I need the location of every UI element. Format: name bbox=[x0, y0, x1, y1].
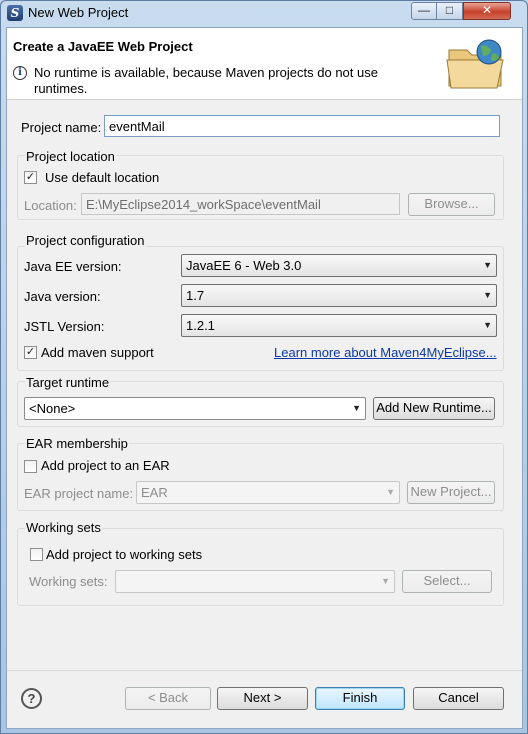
check-mark-icon: ✓ bbox=[25, 171, 36, 183]
java-version-select[interactable]: 1.7 ▼ bbox=[181, 284, 497, 307]
back-button[interactable]: < Back bbox=[125, 687, 211, 710]
java-version-label: Java version: bbox=[24, 289, 101, 304]
minimize-button[interactable]: — bbox=[411, 2, 437, 20]
browse-button[interactable]: Browse... bbox=[408, 193, 495, 216]
dropdown-arrow-icon: ▼ bbox=[483, 290, 492, 300]
add-to-ear-label: Add project to an EAR bbox=[41, 458, 170, 473]
jstl-version-value: 1.2.1 bbox=[186, 318, 215, 333]
info-icon: i bbox=[13, 66, 27, 80]
add-maven-support-label: Add maven support bbox=[41, 345, 154, 360]
location-label: Location: bbox=[24, 198, 77, 213]
javaee-version-select[interactable]: JavaEE 6 - Web 3.0 ▼ bbox=[181, 254, 497, 277]
working-sets-group bbox=[17, 528, 504, 606]
add-to-ear-checkbox[interactable] bbox=[24, 460, 37, 473]
working-sets-label: Working sets: bbox=[29, 574, 108, 589]
add-new-runtime-button[interactable]: Add New Runtime... bbox=[373, 397, 495, 420]
project-location-title: Project location bbox=[25, 149, 116, 164]
dropdown-arrow-icon: ▼ bbox=[381, 576, 390, 586]
location-input[interactable]: E:\MyEclipse2014_workSpace\eventMail bbox=[81, 193, 400, 215]
add-to-working-sets-label: Add project to working sets bbox=[46, 547, 203, 562]
dropdown-arrow-icon: ▼ bbox=[352, 403, 361, 413]
use-default-location-checkbox[interactable]: ✓ bbox=[24, 171, 37, 184]
ear-project-name-select[interactable]: EAR ▼ bbox=[136, 481, 400, 504]
dropdown-arrow-icon: ▼ bbox=[386, 487, 395, 497]
add-to-working-sets-checkbox[interactable] bbox=[30, 548, 43, 561]
new-ear-project-button[interactable]: New Project... bbox=[407, 481, 495, 504]
project-name-label: Project name: bbox=[21, 120, 102, 135]
wizard-message: No runtime is available, because Maven p… bbox=[34, 65, 378, 96]
dropdown-arrow-icon: ▼ bbox=[483, 320, 492, 330]
finish-button[interactable]: Finish bbox=[315, 687, 405, 710]
web-project-folder-icon bbox=[446, 39, 504, 89]
help-icon[interactable]: ? bbox=[21, 688, 42, 709]
check-mark-icon: ✓ bbox=[25, 346, 36, 358]
javaee-version-label: Java EE version: bbox=[24, 259, 122, 274]
target-runtime-select[interactable]: <None> ▼ bbox=[24, 397, 366, 420]
dropdown-arrow-icon: ▼ bbox=[483, 260, 492, 270]
select-working-sets-button[interactable]: Select... bbox=[402, 570, 492, 593]
myeclipse-app-icon: S bbox=[7, 5, 23, 21]
ear-membership-title: EAR membership bbox=[25, 436, 129, 451]
cancel-button[interactable]: Cancel bbox=[413, 687, 504, 710]
wizard-header: Create a JavaEE Web Project i No runtime… bbox=[7, 28, 522, 100]
learn-more-maven-link[interactable]: Learn more about Maven4MyEclipse... bbox=[274, 345, 497, 360]
ear-project-name-value: EAR bbox=[141, 485, 168, 500]
dialog-client-area: Create a JavaEE Web Project i No runtime… bbox=[6, 27, 523, 729]
working-sets-title: Working sets bbox=[25, 520, 102, 535]
javaee-version-value: JavaEE 6 - Web 3.0 bbox=[186, 258, 302, 273]
java-version-value: 1.7 bbox=[186, 288, 205, 303]
use-default-location-label: Use default location bbox=[45, 170, 160, 185]
working-sets-select[interactable]: ▼ bbox=[115, 570, 395, 593]
window-title: New Web Project bbox=[28, 5, 129, 20]
footer-divider bbox=[7, 670, 522, 671]
maximize-button[interactable]: □ bbox=[437, 2, 463, 20]
project-configuration-title: Project configuration bbox=[25, 233, 146, 248]
new-web-project-window: S New Web Project — □ ✕ Create a JavaEE … bbox=[0, 0, 528, 734]
wizard-title: Create a JavaEE Web Project bbox=[13, 39, 193, 54]
ear-project-name-label: EAR project name: bbox=[24, 486, 134, 501]
title-bar[interactable]: S New Web Project — □ ✕ bbox=[1, 1, 527, 27]
next-button[interactable]: Next > bbox=[217, 687, 308, 710]
add-maven-support-checkbox[interactable]: ✓ bbox=[24, 346, 37, 359]
close-button[interactable]: ✕ bbox=[463, 2, 511, 20]
jstl-version-select[interactable]: 1.2.1 ▼ bbox=[181, 314, 497, 337]
target-runtime-value: <None> bbox=[29, 401, 76, 416]
jstl-version-label: JSTL Version: bbox=[24, 319, 105, 334]
project-name-input[interactable]: eventMail bbox=[104, 115, 500, 137]
target-runtime-title: Target runtime bbox=[25, 375, 111, 390]
